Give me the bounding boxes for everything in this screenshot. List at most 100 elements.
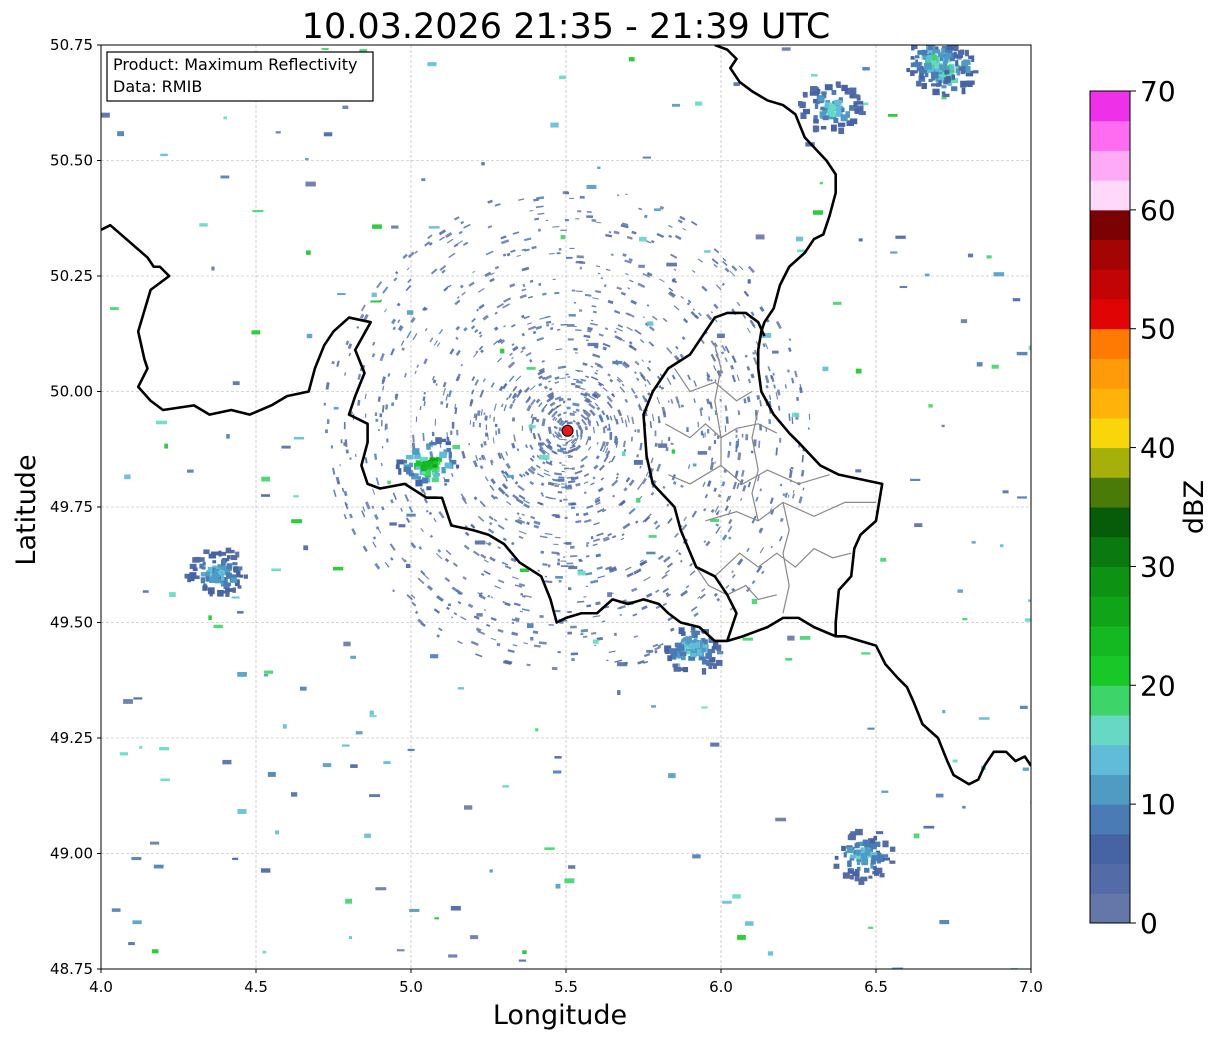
scattered-echo <box>745 921 754 926</box>
scattered-echo <box>732 894 741 899</box>
clutter-echo <box>562 556 566 558</box>
scattered-echo <box>781 47 791 51</box>
scattered-echo <box>231 596 240 599</box>
scattered-echo <box>785 657 793 661</box>
colorbar-swatch <box>1090 447 1130 478</box>
clutter-echo <box>559 499 563 502</box>
clutter-echo <box>779 437 782 443</box>
scattered-echo <box>208 615 212 620</box>
clutter-echo <box>555 426 558 430</box>
clutter-echo <box>473 413 478 419</box>
x-tick-label: 5.5 <box>554 978 578 996</box>
scattered-echo <box>264 670 274 674</box>
cell-echo <box>232 587 236 593</box>
scattered-echo <box>350 655 357 659</box>
scattered-echo <box>341 744 350 747</box>
cell-echo <box>861 858 869 866</box>
clutter-echo <box>374 412 378 417</box>
clutter-echo <box>654 430 657 437</box>
clutter-echo <box>580 632 584 636</box>
cell-echo <box>939 64 943 70</box>
cell-echo <box>813 119 819 124</box>
scattered-echo <box>544 847 555 850</box>
cell-echo <box>417 476 421 480</box>
clutter-echo <box>345 449 349 454</box>
cell-echo <box>243 574 248 579</box>
clutter-echo <box>558 427 562 432</box>
scattered-echo <box>819 181 823 185</box>
cell-echo <box>913 62 921 67</box>
clutter-echo <box>544 575 548 578</box>
colorbar-swatch <box>1090 209 1130 241</box>
scattered-echo <box>559 75 566 80</box>
scattered-echo <box>342 105 349 110</box>
scattered-echo <box>1028 345 1031 351</box>
scattered-echo <box>666 262 677 267</box>
scattered-echo <box>111 908 121 912</box>
colorbar-label: dBZ <box>1179 480 1210 534</box>
scattered-echo <box>321 48 329 51</box>
scattered-echo <box>222 759 232 765</box>
colorbar-swatch <box>1090 744 1130 775</box>
scattered-echo <box>348 936 352 940</box>
cell-echo <box>682 666 689 673</box>
clutter-echo <box>570 545 575 549</box>
cell-echo <box>930 83 938 87</box>
cell-echo <box>882 840 889 848</box>
scattered-echo <box>978 717 990 720</box>
radar-map-figure: 10.03.2026 21:35 - 21:39 UTC 4.0 4.5 5.0 5.… <box>11 7 1210 1031</box>
clutter-echo <box>562 450 567 455</box>
scattered-echo <box>716 333 725 339</box>
cell-echo <box>690 652 697 657</box>
scattered-echo <box>299 686 307 691</box>
cell-echo <box>848 834 856 841</box>
scattered-echo <box>139 745 143 749</box>
cell-echo <box>942 93 950 98</box>
clutter-echo <box>547 564 551 568</box>
scattered-echo <box>658 443 668 448</box>
scattered-echo <box>692 463 697 467</box>
clutter-echo <box>575 513 580 516</box>
scattered-echo <box>332 566 344 571</box>
scattered-echo <box>646 551 656 555</box>
cell-echo <box>855 828 863 836</box>
scattered-echo <box>502 785 510 788</box>
scattered-echo <box>755 234 765 240</box>
scattered-echo <box>799 636 811 640</box>
clutter-echo <box>654 442 658 447</box>
scattered-echo <box>383 761 391 765</box>
cell-echo <box>962 59 971 65</box>
cell-echo <box>403 460 408 464</box>
cell-echo <box>910 70 915 76</box>
scattered-echo <box>333 406 339 410</box>
clutter-echo <box>446 436 449 440</box>
cell-echo <box>951 86 958 92</box>
cell-echo <box>692 630 701 635</box>
cell-echo <box>847 860 852 868</box>
y-tick-label: 48.75 <box>50 960 93 978</box>
cell-echo <box>915 55 920 59</box>
scattered-echo <box>639 236 647 242</box>
cell-echo <box>944 70 950 75</box>
cell-echo <box>932 88 940 96</box>
colorbar-swatch <box>1090 893 1130 924</box>
scattered-echo <box>337 293 346 296</box>
scattered-echo <box>526 623 534 629</box>
scattered-echo <box>971 541 976 544</box>
cell-echo <box>816 89 821 94</box>
cell-echo <box>802 91 808 96</box>
cell-echo <box>972 70 979 74</box>
cell-echo <box>955 60 959 67</box>
clutter-echo <box>571 467 575 471</box>
cell-echo <box>965 80 973 87</box>
cell-echo <box>716 659 723 666</box>
scattered-echo <box>476 613 483 617</box>
clutter-echo <box>768 419 771 425</box>
scattered-echo <box>887 113 898 117</box>
cell-echo <box>194 556 201 563</box>
scattered-echo <box>323 132 333 137</box>
cell-echo <box>931 71 939 78</box>
clutter-echo <box>468 443 471 446</box>
scattered-echo <box>993 272 1005 277</box>
y-tick-label: 49.25 <box>50 729 93 747</box>
